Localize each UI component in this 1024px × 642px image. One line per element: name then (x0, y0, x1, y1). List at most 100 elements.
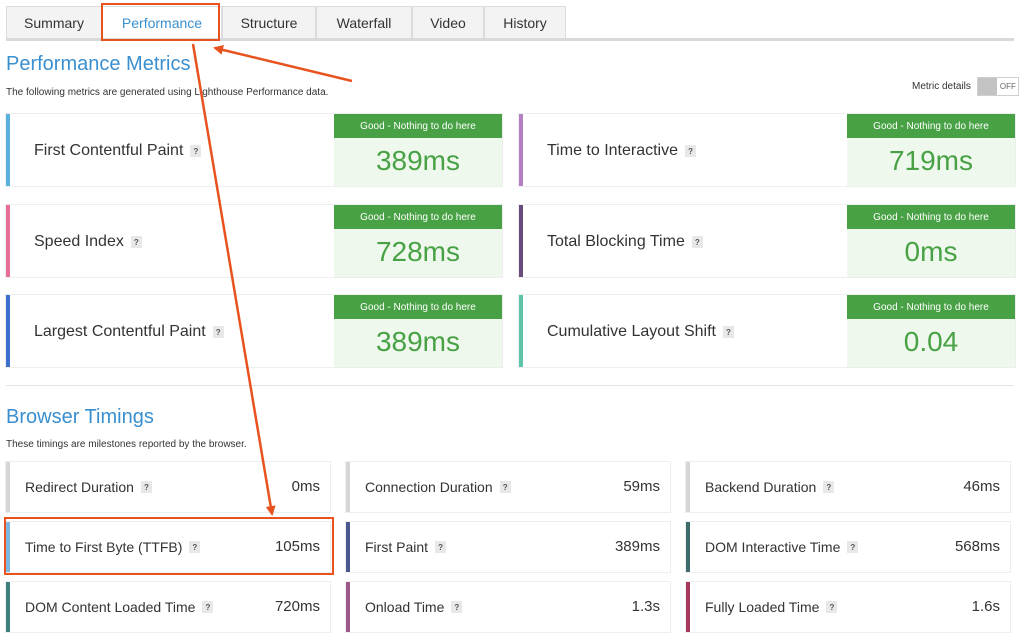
metric-name-wrap: Total Blocking Time ? (547, 233, 703, 251)
timing-name: Redirect Duration (25, 479, 134, 495)
metric-value: 0ms (904, 236, 958, 267)
metric-value: 719ms (888, 145, 974, 176)
grade-box: Good - Nothing to do here 0.04 (847, 295, 1015, 367)
tab-summary[interactable]: Summary (6, 6, 102, 38)
grade-label: Good - Nothing to do here (334, 205, 502, 229)
metric-name-wrap: First Contentful Paint ? (34, 142, 202, 160)
timing-card-connection-duration: Connection Duration ? 59ms (346, 462, 670, 512)
timing-value: 46ms (963, 478, 1000, 495)
metric-card-largest-contentful-paint: Largest Contentful Paint ? Good - Nothin… (6, 295, 502, 367)
highlight-ttfb-card (4, 517, 334, 575)
metric-name: Largest Contentful Paint (34, 323, 206, 340)
timing-name: DOM Content Loaded Time (25, 599, 196, 615)
timing-name-wrap: Connection Duration ? (365, 479, 511, 495)
tab-structure[interactable]: Structure (222, 6, 316, 38)
metric-name: Speed Index (34, 233, 124, 250)
section-divider (6, 385, 1014, 386)
timing-name: Connection Duration (365, 479, 493, 495)
metric-card-first-contentful-paint: First Contentful Paint ? Good - Nothing … (6, 114, 502, 186)
timing-name-wrap: DOM Content Loaded Time ? (25, 599, 214, 615)
help-icon[interactable]: ? (451, 601, 463, 613)
metric-name: Time to Interactive (547, 142, 679, 159)
help-icon[interactable]: ? (823, 481, 835, 493)
metric-value: 389ms (375, 145, 461, 176)
timing-card-onload-time: Onload Time ? 1.3s (346, 582, 670, 632)
timing-value: 389ms (614, 538, 660, 555)
timing-card-backend-duration: Backend Duration ? 46ms (686, 462, 1010, 512)
help-icon[interactable]: ? (691, 236, 703, 248)
arrow-to-performance-tab (213, 45, 353, 83)
grade-label: Good - Nothing to do here (334, 295, 502, 319)
timing-card-dom-interactive-time: DOM Interactive Time ? 568ms (686, 522, 1010, 572)
help-icon[interactable]: ? (826, 601, 838, 613)
timing-value: 59ms (623, 478, 660, 495)
metric-name-wrap: Speed Index ? (34, 233, 142, 251)
metric-value: 389ms (375, 326, 461, 357)
timing-name: Backend Duration (705, 479, 817, 495)
help-icon[interactable]: ? (140, 481, 152, 493)
grade-box: Good - Nothing to do here 719ms (847, 114, 1015, 186)
timing-name-wrap: Fully Loaded Time ? (705, 599, 838, 615)
timing-name: DOM Interactive Time (705, 539, 841, 555)
timing-card-fully-loaded-time: Fully Loaded Time ? 1.6s (686, 582, 1010, 632)
timing-name-wrap: First Paint ? (365, 539, 447, 555)
timing-name: First Paint (365, 539, 429, 555)
tab-history[interactable]: History (484, 6, 566, 38)
metric-card-time-to-interactive: Time to Interactive ? Good - Nothing to … (519, 114, 1015, 186)
grade-label: Good - Nothing to do here (334, 114, 502, 138)
tab-waterfall[interactable]: Waterfall (316, 6, 412, 38)
help-icon[interactable]: ? (202, 601, 214, 613)
metric-name: Cumulative Layout Shift (547, 323, 716, 340)
timing-value: 568ms (954, 538, 1000, 555)
help-icon[interactable]: ? (847, 541, 859, 553)
help-icon[interactable]: ? (190, 145, 202, 157)
performance-metrics-title: Performance Metrics (6, 53, 191, 75)
grade-box: Good - Nothing to do here 0ms (847, 205, 1015, 277)
metric-details-control: Metric details OFF (912, 77, 1019, 96)
timing-name-wrap: Redirect Duration ? (25, 479, 152, 495)
timing-value: 1.6s (971, 598, 1000, 615)
performance-metrics-description: The following metrics are generated usin… (6, 87, 329, 98)
metric-card-speed-index: Speed Index ? Good - Nothing to do here … (6, 205, 502, 277)
timing-name-wrap: DOM Interactive Time ? (705, 539, 859, 555)
metric-name: Total Blocking Time (547, 233, 685, 250)
grade-box: Good - Nothing to do here 728ms (334, 205, 502, 277)
grade-box: Good - Nothing to do here 389ms (334, 114, 502, 186)
metric-name: First Contentful Paint (34, 142, 184, 159)
grade-label: Good - Nothing to do here (847, 295, 1015, 319)
timing-value: 720ms (274, 598, 320, 615)
metric-details-label: Metric details (912, 81, 971, 92)
timing-name: Onload Time (365, 599, 445, 615)
help-icon[interactable]: ? (722, 326, 734, 338)
metric-name-wrap: Cumulative Layout Shift ? (547, 323, 734, 341)
metric-name-wrap: Time to Interactive ? (547, 142, 697, 160)
help-icon[interactable]: ? (685, 145, 697, 157)
timing-card-dom-content-loaded-time: DOM Content Loaded Time ? 720ms (6, 582, 330, 632)
tab-video[interactable]: Video (412, 6, 484, 38)
tab-bar: Summary Performance Structure Waterfall … (6, 6, 566, 38)
metric-value: 0.04 (903, 326, 959, 357)
help-icon[interactable]: ? (212, 326, 224, 338)
highlight-performance-tab (101, 3, 220, 41)
metric-name-wrap: Largest Contentful Paint ? (34, 323, 224, 341)
metric-card-total-blocking-time: Total Blocking Time ? Good - Nothing to … (519, 205, 1015, 277)
toggle-state-text: OFF (999, 82, 1016, 91)
timing-card-first-paint: First Paint ? 389ms (346, 522, 670, 572)
metric-card-cumulative-layout-shift: Cumulative Layout Shift ? Good - Nothing… (519, 295, 1015, 367)
timing-value: 1.3s (631, 598, 660, 615)
help-icon[interactable]: ? (435, 541, 447, 553)
metric-details-toggle[interactable]: OFF (976, 77, 1019, 96)
timing-card-redirect-duration: Redirect Duration ? 0ms (6, 462, 330, 512)
metric-value: 728ms (375, 236, 461, 267)
timing-name-wrap: Onload Time ? (365, 599, 463, 615)
grade-label: Good - Nothing to do here (847, 205, 1015, 229)
timing-name-wrap: Backend Duration ? (705, 479, 835, 495)
timing-name: Fully Loaded Time (705, 599, 820, 615)
browser-timings-description: These timings are milestones reported by… (6, 439, 247, 450)
grade-box: Good - Nothing to do here 389ms (334, 295, 502, 367)
help-icon[interactable]: ? (499, 481, 511, 493)
help-icon[interactable]: ? (130, 236, 142, 248)
toggle-knob (977, 78, 997, 95)
grade-label: Good - Nothing to do here (847, 114, 1015, 138)
timing-value: 0ms (291, 478, 320, 495)
